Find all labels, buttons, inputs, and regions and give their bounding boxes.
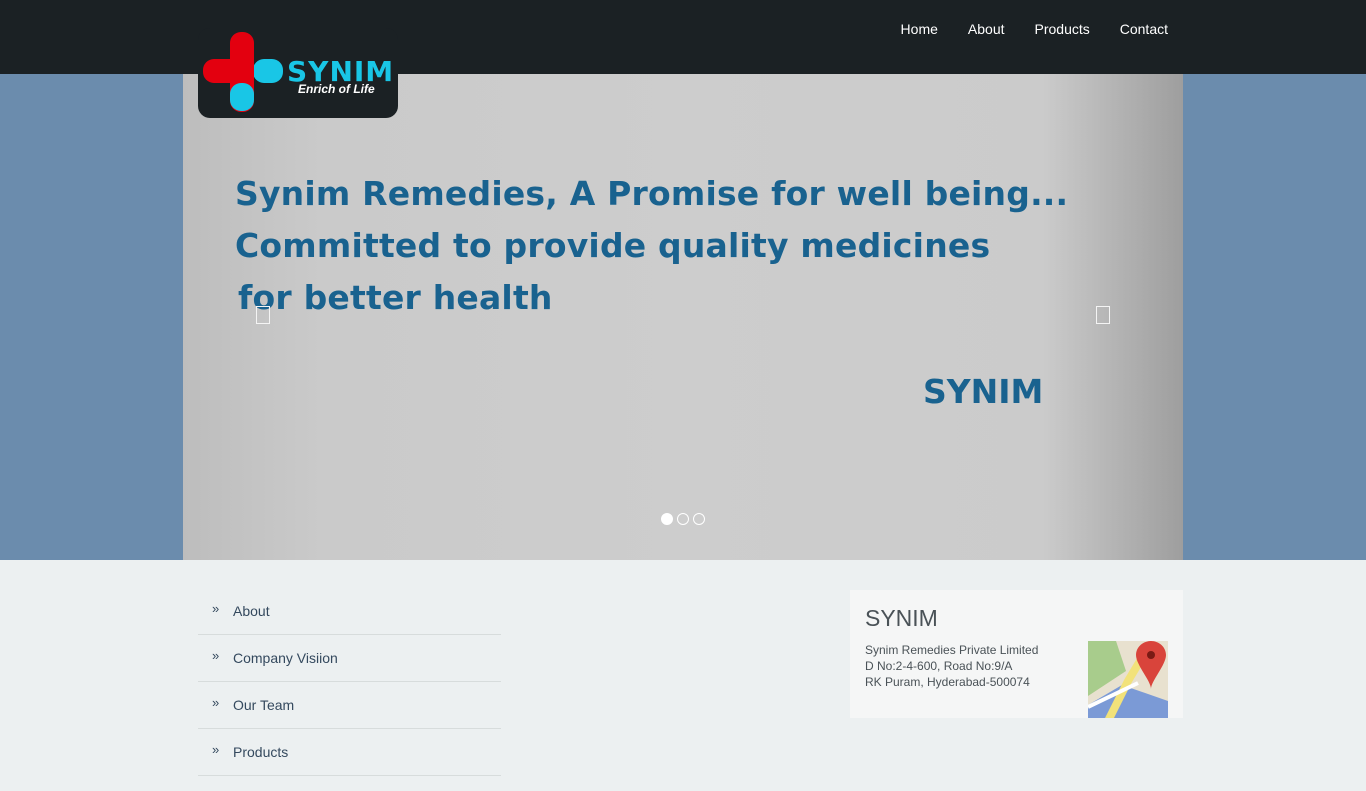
nav-about-link[interactable]: About [968, 21, 1005, 37]
address-line-1: Synim Remedies Private Limited [865, 643, 1039, 657]
nav-home-link[interactable]: Home [901, 21, 938, 37]
slider-dot-3[interactable] [693, 513, 705, 525]
map-pin-icon[interactable] [1088, 641, 1168, 718]
hero-line-3: for better health [238, 278, 553, 317]
link-label: Products [233, 744, 289, 760]
hero-brand: SYNIM [923, 372, 1044, 411]
link-our-team[interactable]: » Our Team [198, 682, 501, 729]
logo-tagline: Enrich of Life [298, 82, 375, 96]
slider-dot-1[interactable] [661, 513, 673, 525]
contact-address: Synim Remedies Private Limited D No:2-4-… [865, 642, 1038, 690]
chevron-right-icon: » [212, 741, 220, 757]
quick-links: » About » Company Visiion » Our Team » P… [198, 588, 501, 776]
synim-logo[interactable]: SYNIM Enrich of Life [198, 28, 398, 118]
link-about[interactable]: » About [198, 588, 501, 635]
hero-slide-text: Synim Remedies, A Promise for well being… [235, 168, 1068, 324]
chevron-right-icon: » [212, 600, 220, 616]
slider-prev-button[interactable] [256, 306, 270, 324]
hero-line-1: Synim Remedies, A Promise for well being… [235, 174, 1069, 213]
address-line-2: D No:2-4-600, Road No:9/A [865, 659, 1013, 673]
contact-card: SYNIM Synim Remedies Private Limited D N… [850, 590, 1183, 718]
medical-cross-icon [203, 32, 283, 112]
link-label: Company Visiion [233, 650, 338, 666]
slider-next-button[interactable] [1096, 306, 1110, 324]
chevron-right-icon: » [212, 694, 220, 710]
link-label: Our Team [233, 697, 295, 713]
slider-dot-2[interactable] [677, 513, 689, 525]
slider-pagination [661, 513, 705, 525]
hero-slider: Synim Remedies, A Promise for well being… [183, 74, 1183, 560]
link-label: About [233, 603, 270, 619]
link-products[interactable]: » Products [198, 729, 501, 776]
address-line-3: RK Puram, Hyderabad-500074 [865, 675, 1030, 689]
main-nav: Home About Products Contact [901, 21, 1168, 37]
link-company-vision[interactable]: » Company Visiion [198, 635, 501, 682]
hero-line-2: Committed to provide quality medicines [235, 226, 991, 265]
nav-contact-link[interactable]: Contact [1120, 21, 1168, 37]
contact-title: SYNIM [865, 605, 938, 631]
nav-products-link[interactable]: Products [1035, 21, 1090, 37]
chevron-right-icon: » [212, 647, 220, 663]
